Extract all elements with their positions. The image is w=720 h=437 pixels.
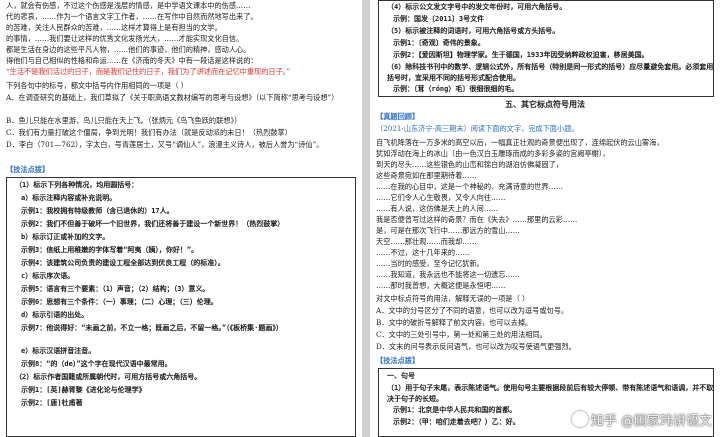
question-text-r: 对文中标点符号的用法，解释无误的一项是（ ）	[376, 294, 530, 303]
watermark: 知乎 @国家玮讲语文	[571, 410, 712, 429]
tips-box: （1）标示下列各种情况，均用圆括号： a）标示注释内容或补充说明。 示例1：我校…	[6, 177, 356, 437]
box-line-5: b）标示订正或补加的文字。	[21, 233, 110, 241]
passage-r-11: ……不过，这十几年来的……	[376, 248, 470, 257]
rbox2-line-2: （1）用于句子末尾，表示陈述语气。使用句号主要根据段前后有较大停顿、带有陈述语气…	[387, 384, 714, 403]
passage-r-8: 我是否便曾写过这样的奇景？而在《失去》……那里的云彩……	[376, 215, 578, 224]
left-page: 人，就会有伤感，不过这个伤感是浅层的情感，是中学语文课本中的伤感…… 代的悲哀，…	[0, 0, 362, 437]
passage-line-3: 的苦难，关注人民群众的苦难，……这样才算得上是有担当的文学。	[6, 23, 222, 32]
passage-r-14: ……那时我曾想，大概这便是永恒吧……	[376, 281, 506, 290]
watermark-text: 知乎 @国家玮讲语文	[590, 414, 712, 429]
rbox2-line-3: 示例1：北京是中华人民共和国的首都。	[393, 406, 517, 414]
box-line-1: （1）标示下列各种情况，均用圆括号：	[15, 181, 139, 189]
option-r-b: B．文中的破折号解释了前文内容，也可以去掉。	[376, 318, 533, 327]
box-line-10: 示例6：思想有三个条件：（一）事理；（二）心理；（三）伦理。	[21, 298, 218, 306]
passage-line-1: 人，就会有伤感，不过这个伤感是浅层的情感，是中学语文课本中的伤感……	[6, 1, 251, 10]
section-heading: 五、其它标点符号用法	[505, 99, 585, 109]
passage-r-2: 犹如浮动在海上的冰山（由一色汉白玉雕琢而成的多彩多姿的宫阙亭榭），	[376, 149, 610, 158]
box-line-6: 示例3：信纸上用稚嫩的字体写着“阿夷（姨），你好！”。	[21, 246, 199, 254]
passage-r-7: ……有人说，这仿佛是天上的人间……	[376, 204, 499, 213]
exam-intro: （2021·山东济宁·高三期末）阅读下面的文字，完成下面小题。	[376, 123, 714, 134]
rbox-line-5: 示例2：【爱因斯坦】物理学家。生于德国，1933年因受纳粹政权迫害，移居美国。	[393, 51, 649, 59]
rbox-line-4: 示例1：〔奇观〕奇伟的景象。	[393, 39, 485, 47]
rbox-line-6: （6）除科技书刊中的数学、逻辑公式外，所有括号（特别是同一形式的括号）应尽量避免…	[387, 63, 714, 82]
rbox2-line-4: 示例2：（甲：咱们走着去吧？）乙：好。	[393, 418, 520, 426]
exam-source: （2021·山东济宁·高三期末）阅读下面的文字，完成下面小题。	[376, 124, 579, 133]
rbox-line-1: （4）标示公文发文字号中的发文年份时，可用六角括号。	[387, 3, 567, 11]
box-line-14: 示例8：“的（de）”这个字在现代汉语中最常用。	[21, 360, 172, 368]
rbox2-line-1: 一、句号	[387, 372, 415, 380]
zhihu-logo-icon	[571, 411, 588, 427]
passage-quote-line: “生活不是我们活过的日子，而是我们记住的日子，我们为了讲述而在记忆中重现的日子。…	[6, 67, 291, 76]
box-line-15: （2）标示作者国籍或所属朝代时，可用方括号或六角括号。	[15, 373, 202, 381]
section-label-tips-r: 【技法点拨】	[376, 356, 420, 365]
tips-box-continued: （4）标示公文发文字号中的发文年份时，可用六角括号。 示例：国发〔2011〕3号…	[378, 0, 714, 97]
option-b: B．鱼儿只能在水里游，鸟儿只能在天上飞。（张炳元《鸟飞鱼跃的联想》）	[6, 116, 242, 125]
passage-r-10: 天空……那壮观……而我却……	[376, 237, 477, 246]
passage-line-4: 的事情，……我们要让这样的优秀文化发扬光大，……才能实现文化自信。	[6, 34, 244, 43]
passage-line-6: 得他们与自己相似的性格和命运……在《济南的冬天》中有一段话是这样说的：	[6, 56, 258, 65]
rbox-line-3: （5）标示被注释的词语时，可用六角括号或方头括号。	[387, 27, 560, 35]
box-line-13: e）标示汉语拼音注音。	[21, 347, 96, 355]
box-line-16: 示例1：[英]赫胥黎《进化论与伦理学》	[21, 386, 146, 394]
question-text: 下列各句中的标号，都文中括号内作用相同的一项是（ ）	[6, 81, 188, 90]
page-gutter	[362, 0, 370, 437]
passage-r-9: 是，可是在那次飞行中……那远方的雪山……	[376, 226, 520, 235]
option-r-c: C．文中的三处引号中，第一处和第三处的用法相同。	[376, 330, 547, 339]
box-line-17: 示例2：[唐]杜甫著	[21, 399, 83, 407]
passage-r-5: ……在我的心目中，这是一个神秘的、充满诗意的世界……	[376, 182, 563, 191]
box-line-3: 示例1：我校拥有特级教师（含已退休的）17人。	[21, 207, 174, 215]
box-line-9: 示例5：语言有三个要素：（1）声音；（2）结构；（3）意义。	[21, 285, 210, 293]
box-line-8: c）标示序次语。	[21, 272, 75, 280]
passage-r-13: ……我知道，我永远也不能将这一切遗忘……	[376, 270, 520, 279]
box-line-12: 示例7：他说得好：“未画之前，不立一格；既画之后，不留一格。”（《板桥集·题画》…	[21, 324, 283, 332]
passage-r-6: ……它们令人心生敬畏，又令人向往……	[376, 193, 506, 202]
passage-line-2: 代的悲哀，……作为一个语言文字工作者，……在写作中自然而然地写出来了。	[6, 12, 258, 21]
box-line-7: 示例4：该建筑公司负责的建设工程全部达到优良工程（的标准）。	[21, 259, 225, 267]
option-r-d: D．文末的问号表示反问语气，也可以改为叹号使语气更强烈。	[376, 342, 576, 351]
passage-r-12: ……当时的感受，至今记忆犹新。	[376, 259, 484, 268]
option-a: A．在调查研究的基础上，我们草拟了《关于职高语文教材编写的思考与设想》（以下简称…	[6, 93, 339, 102]
passage-r-4: 这些奇景宛如在那里期待着……	[376, 171, 477, 180]
box-line-11: d）标示引语的出处。	[21, 311, 89, 319]
passage-r-3: 到天的尽头……这些银色的山峦和锦白的湖泊仿佛凝固了，	[376, 160, 563, 169]
passage-r-1: 自飞机降落在一万多米的高空以后，一幅真正壮观的奇景便出现了，连绵起伏的云山雾海，	[376, 138, 664, 147]
section-label-tips: 【技法点拨】	[6, 165, 50, 174]
box-line-2: a）标示注释内容或补充说明。	[21, 194, 117, 202]
option-d: D．李白（701—762），字太白，号青莲居士，又号“谪仙人”，浪漫主义诗人，被…	[6, 140, 324, 149]
real-exam-label: 【真题回顾】	[376, 112, 420, 121]
rbox-line-2: 示例：国发〔2011〕3号文件	[393, 15, 485, 23]
box-line-4: 示例2：我们不但善于破坏一个旧世界，我们还将善于建设一个新世界！（热烈鼓掌）	[21, 220, 285, 228]
option-r-a: A．文中的分号区分了不同的语意，也可以改为逗号或句号。	[376, 306, 569, 315]
passage-line-5: 都是生活在身边的这些平凡人物，……他们的事迹，他们的精神，感动人心。	[6, 45, 251, 54]
right-page: （4）标示公文发文字号中的发文年份时，可用六角括号。 示例：国发〔2011〕3号…	[370, 0, 720, 437]
rbox-line-7: 示例：〔茸（róng）毛〕很细很细的毛。	[393, 85, 519, 93]
option-c: C．我们有力量打破这个僵局，争到光明！我们有办法（就是反动派的末日！（热烈鼓掌）	[6, 128, 292, 137]
